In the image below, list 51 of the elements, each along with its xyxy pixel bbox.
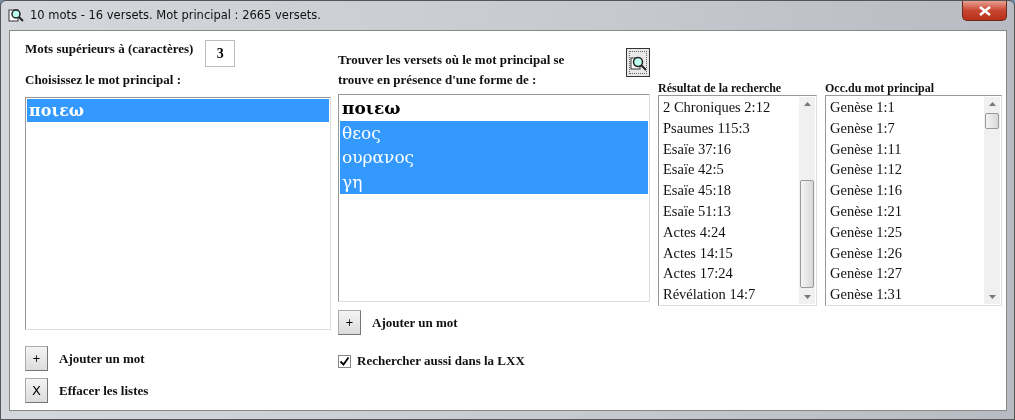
list-label: Occ.du mot principal: [825, 81, 935, 95]
list-item[interactable]: Genèse 1:21: [828, 201, 984, 222]
word-list[interactable]: ποιεω θεος ουρανος γη: [338, 94, 650, 302]
list-item[interactable]: Genèse 1:11: [828, 138, 984, 160]
list-item[interactable]: Genèse 1:25: [828, 221, 984, 243]
list-item[interactable]: ποιεω: [340, 96, 648, 121]
close-icon: [978, 5, 991, 16]
list-item[interactable]: Actes 14:15: [661, 242, 799, 264]
window-title: 10 mots - 16 versets. Mot principal : 2665 versets.: [30, 8, 321, 22]
list-item[interactable]: Genèse 1:31: [828, 284, 984, 304]
scrollbar[interactable]: [984, 97, 1000, 304]
scroll-up-icon[interactable]: [988, 102, 996, 106]
results-list[interactable]: 2 Chroniques 2:12 Psaumes 115:3 Esaïe 37:16 Esaïe 42:5 Esaïe 45:18 Esaïe 51:13 Actes 4:24 Actes 14:15 Actes 17:24 Révélation 14:7: [658, 95, 817, 306]
field-label: Mots supérieurs à (caractères): [25, 41, 194, 57]
scroll-down-icon[interactable]: [988, 295, 996, 299]
list-item[interactable]: Esaïe 45:18: [661, 180, 799, 201]
list-label: Trouver les versets où le mot principal se trouve en présence d'une forme de :: [338, 51, 566, 89]
list-item[interactable]: Genèse 1:27: [828, 263, 984, 285]
list-item[interactable]: 2 Chroniques 2:12: [661, 97, 799, 118]
magnifier-icon: [8, 7, 24, 23]
list-item[interactable]: Genèse 1:26: [828, 242, 984, 264]
list-item[interactable]: Psaumes 115:3: [661, 117, 799, 139]
scrollbar[interactable]: [799, 97, 815, 304]
add-button[interactable]: +: [25, 346, 48, 371]
button-label: Ajouter un mot: [372, 314, 458, 331]
list-item[interactable]: Genèse 1:1: [828, 97, 984, 118]
scroll-up-icon[interactable]: [803, 102, 811, 106]
clear-button[interactable]: X: [25, 378, 48, 403]
list-item[interactable]: Genèse 1:16: [828, 180, 984, 201]
button-label: Ajouter un mot: [59, 350, 145, 367]
list-label: Choisissez le mot principal :: [25, 72, 182, 88]
scroll-thumb[interactable]: [800, 180, 814, 288]
button-label: Effacer les listes: [59, 382, 149, 399]
checkbox[interactable]: [338, 354, 351, 368]
add-button[interactable]: +: [338, 310, 361, 335]
list-item[interactable]: Esaïe 51:13: [661, 201, 799, 222]
occurrence-list[interactable]: Genèse 1:1 Genèse 1:7 Genèse 1:11 Genèse 1:12 Genèse 1:16 Genèse 1:21 Genèse 1:25 Genèse 1:26 Genèse 1:27 Genèse 1:31: [825, 95, 1002, 306]
scroll-down-icon[interactable]: [803, 295, 811, 299]
scroll-thumb[interactable]: [985, 113, 999, 129]
list-item[interactable]: Révélation 14:7: [661, 284, 799, 304]
list-label: Résultat de la recherche: [658, 81, 783, 95]
close-button[interactable]: [962, 1, 1007, 21]
list-item[interactable]: Genèse 1:12: [828, 159, 984, 181]
search-button[interactable]: [626, 48, 650, 77]
list-item[interactable]: Genèse 1:7: [828, 117, 984, 139]
list-item[interactable]: Actes 17:24: [661, 263, 799, 285]
list-item[interactable]: Esaïe 37:16: [661, 138, 799, 160]
list-item[interactable]: Esaïe 42:5: [661, 159, 799, 181]
input-field[interactable]: 3: [205, 40, 236, 67]
list-item[interactable]: Actes 4:24: [661, 221, 799, 243]
checkbox-label: Rechercher aussi dans la LXX: [357, 353, 525, 369]
